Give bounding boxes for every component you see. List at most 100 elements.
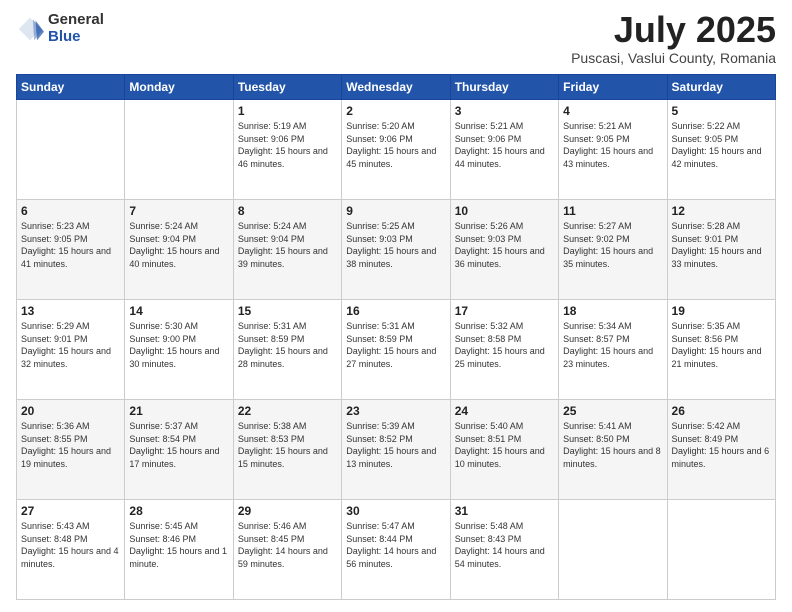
logo-icon [16,15,44,43]
col-saturday: Saturday [667,75,775,100]
day-info: Sunrise: 5:23 AM Sunset: 9:05 PM Dayligh… [21,220,120,270]
day-number: 8 [238,204,337,218]
day-info: Sunrise: 5:24 AM Sunset: 9:04 PM Dayligh… [238,220,337,270]
day-number: 13 [21,304,120,318]
calendar-cell: 30Sunrise: 5:47 AM Sunset: 8:44 PM Dayli… [342,500,450,600]
day-number: 1 [238,104,337,118]
title-location: Puscasi, Vaslui County, Romania [571,50,776,66]
day-number: 31 [455,504,554,518]
day-info: Sunrise: 5:37 AM Sunset: 8:54 PM Dayligh… [129,420,228,470]
calendar-cell: 2Sunrise: 5:20 AM Sunset: 9:06 PM Daylig… [342,100,450,200]
calendar-cell: 11 Sunrise: 5:27 AM Sunset: 9:02 PM Dayli… [559,200,667,300]
day-number: 22 [238,404,337,418]
day-info: Sunrise: 5:19 AM Sunset: 9:06 PM Dayligh… [238,120,337,170]
day-number: 16 [346,304,445,318]
day-number: 25 [563,404,662,418]
day-info: Sunrise: 5:22 AM Sunset: 9:05 PM Dayligh… [672,120,771,170]
title-block: July 2025 Puscasi, Vaslui County, Romani… [571,12,776,66]
day-info: Sunrise: 5:27 AM Sunset: 9:02 PM Dayligh… [563,220,662,270]
logo-blue-text: Blue [48,29,104,46]
day-number: 21 [129,404,228,418]
day-number: 28 [129,504,228,518]
calendar-cell [667,500,775,600]
calendar-cell: 13 Sunrise: 5:29 AM Sunset: 9:01 PM Dayli… [17,300,125,400]
calendar-cell: 7Sunrise: 5:24 AM Sunset: 9:04 PM Daylig… [125,200,233,300]
calendar-cell: 19 Sunrise: 5:35 AM Sunset: 8:56 PM Dayli… [667,300,775,400]
calendar-cell: 22Sunrise: 5:38 AM Sunset: 8:53 PM Dayli… [233,400,341,500]
day-info: Sunrise: 5:21 AM Sunset: 9:06 PM Dayligh… [455,120,554,170]
col-wednesday: Wednesday [342,75,450,100]
calendar-cell: 23 Sunrise: 5:39 AM Sunset: 8:52 PM Dayli… [342,400,450,500]
day-number: 17 [455,304,554,318]
day-number: 18 [563,304,662,318]
col-thursday: Thursday [450,75,558,100]
day-info: Sunrise: 5:42 AM Sunset: 8:49 PM Dayligh… [672,420,771,470]
calendar-cell: 21 Sunrise: 5:37 AM Sunset: 8:54 PM Dayli… [125,400,233,500]
day-info: Sunrise: 5:43 AM Sunset: 8:48 PM Dayligh… [21,520,120,570]
day-info: Sunrise: 5:24 AM Sunset: 9:04 PM Dayligh… [129,220,228,270]
day-info: Sunrise: 5:35 AM Sunset: 8:56 PM Dayligh… [672,320,771,370]
day-info: Sunrise: 5:45 AM Sunset: 8:46 PM Dayligh… [129,520,228,570]
calendar-cell: 29 Sunrise: 5:46 AM Sunset: 8:45 PM Dayli… [233,500,341,600]
day-info: Sunrise: 5:39 AM Sunset: 8:52 PM Dayligh… [346,420,445,470]
day-number: 11 [563,204,662,218]
calendar-cell [17,100,125,200]
day-number: 12 [672,204,771,218]
day-number: 29 [238,504,337,518]
day-number: 24 [455,404,554,418]
day-info: Sunrise: 5:46 AM Sunset: 8:45 PM Dayligh… [238,520,337,570]
calendar-cell: 28 Sunrise: 5:45 AM Sunset: 8:46 PM Dayli… [125,500,233,600]
page: General Blue July 2025 Puscasi, Vaslui C… [0,0,792,612]
day-number: 26 [672,404,771,418]
calendar-cell: 24 Sunrise: 5:40 AM Sunset: 8:51 PM Dayli… [450,400,558,500]
day-number: 10 [455,204,554,218]
day-number: 15 [238,304,337,318]
logo: General Blue [16,12,104,45]
day-info: Sunrise: 5:40 AM Sunset: 8:51 PM Dayligh… [455,420,554,470]
calendar-cell: 25 Sunrise: 5:41 AM Sunset: 8:50 PM Dayli… [559,400,667,500]
col-sunday: Sunday [17,75,125,100]
day-info: Sunrise: 5:34 AM Sunset: 8:57 PM Dayligh… [563,320,662,370]
day-number: 6 [21,204,120,218]
day-info: Sunrise: 5:29 AM Sunset: 9:01 PM Dayligh… [21,320,120,370]
calendar-cell: 20Sunrise: 5:36 AM Sunset: 8:55 PM Dayli… [17,400,125,500]
day-number: 5 [672,104,771,118]
day-number: 14 [129,304,228,318]
title-month: July 2025 [571,12,776,48]
day-info: Sunrise: 5:47 AM Sunset: 8:44 PM Dayligh… [346,520,445,570]
day-info: Sunrise: 5:21 AM Sunset: 9:05 PM Dayligh… [563,120,662,170]
day-number: 23 [346,404,445,418]
day-info: Sunrise: 5:31 AM Sunset: 8:59 PM Dayligh… [238,320,337,370]
day-number: 27 [21,504,120,518]
day-number: 2 [346,104,445,118]
calendar-week-3: 13 Sunrise: 5:29 AM Sunset: 9:01 PM Dayli… [17,300,776,400]
col-friday: Friday [559,75,667,100]
calendar-cell: 26 Sunrise: 5:42 AM Sunset: 8:49 PM Dayli… [667,400,775,500]
day-info: Sunrise: 5:25 AM Sunset: 9:03 PM Dayligh… [346,220,445,270]
calendar-week-4: 20Sunrise: 5:36 AM Sunset: 8:55 PM Dayli… [17,400,776,500]
day-info: Sunrise: 5:36 AM Sunset: 8:55 PM Dayligh… [21,420,120,470]
calendar-cell: 10Sunrise: 5:26 AM Sunset: 9:03 PM Dayli… [450,200,558,300]
calendar-cell: 8 Sunrise: 5:24 AM Sunset: 9:04 PM Daylig… [233,200,341,300]
calendar-cell: 12 Sunrise: 5:28 AM Sunset: 9:01 PM Dayli… [667,200,775,300]
calendar-cell: 16 Sunrise: 5:31 AM Sunset: 8:59 PM Dayli… [342,300,450,400]
calendar-cell: 31 Sunrise: 5:48 AM Sunset: 8:43 PM Dayli… [450,500,558,600]
calendar-cell: 15 Sunrise: 5:31 AM Sunset: 8:59 PM Dayli… [233,300,341,400]
calendar-cell: 9Sunrise: 5:25 AM Sunset: 9:03 PM Daylig… [342,200,450,300]
day-info: Sunrise: 5:41 AM Sunset: 8:50 PM Dayligh… [563,420,662,470]
calendar-table: Sunday Monday Tuesday Wednesday Thursday… [16,74,776,600]
calendar-header-row: Sunday Monday Tuesday Wednesday Thursday… [17,75,776,100]
calendar-cell: 27 Sunrise: 5:43 AM Sunset: 8:48 PM Dayli… [17,500,125,600]
day-info: Sunrise: 5:28 AM Sunset: 9:01 PM Dayligh… [672,220,771,270]
day-info: Sunrise: 5:32 AM Sunset: 8:58 PM Dayligh… [455,320,554,370]
day-info: Sunrise: 5:48 AM Sunset: 8:43 PM Dayligh… [455,520,554,570]
calendar-cell: 3Sunrise: 5:21 AM Sunset: 9:06 PM Daylig… [450,100,558,200]
col-tuesday: Tuesday [233,75,341,100]
day-info: Sunrise: 5:31 AM Sunset: 8:59 PM Dayligh… [346,320,445,370]
logo-text: General Blue [48,12,104,45]
calendar-cell [559,500,667,600]
header: General Blue July 2025 Puscasi, Vaslui C… [16,12,776,66]
day-info: Sunrise: 5:30 AM Sunset: 9:00 PM Dayligh… [129,320,228,370]
day-number: 19 [672,304,771,318]
calendar-week-2: 6 Sunrise: 5:23 AM Sunset: 9:05 PM Daylig… [17,200,776,300]
